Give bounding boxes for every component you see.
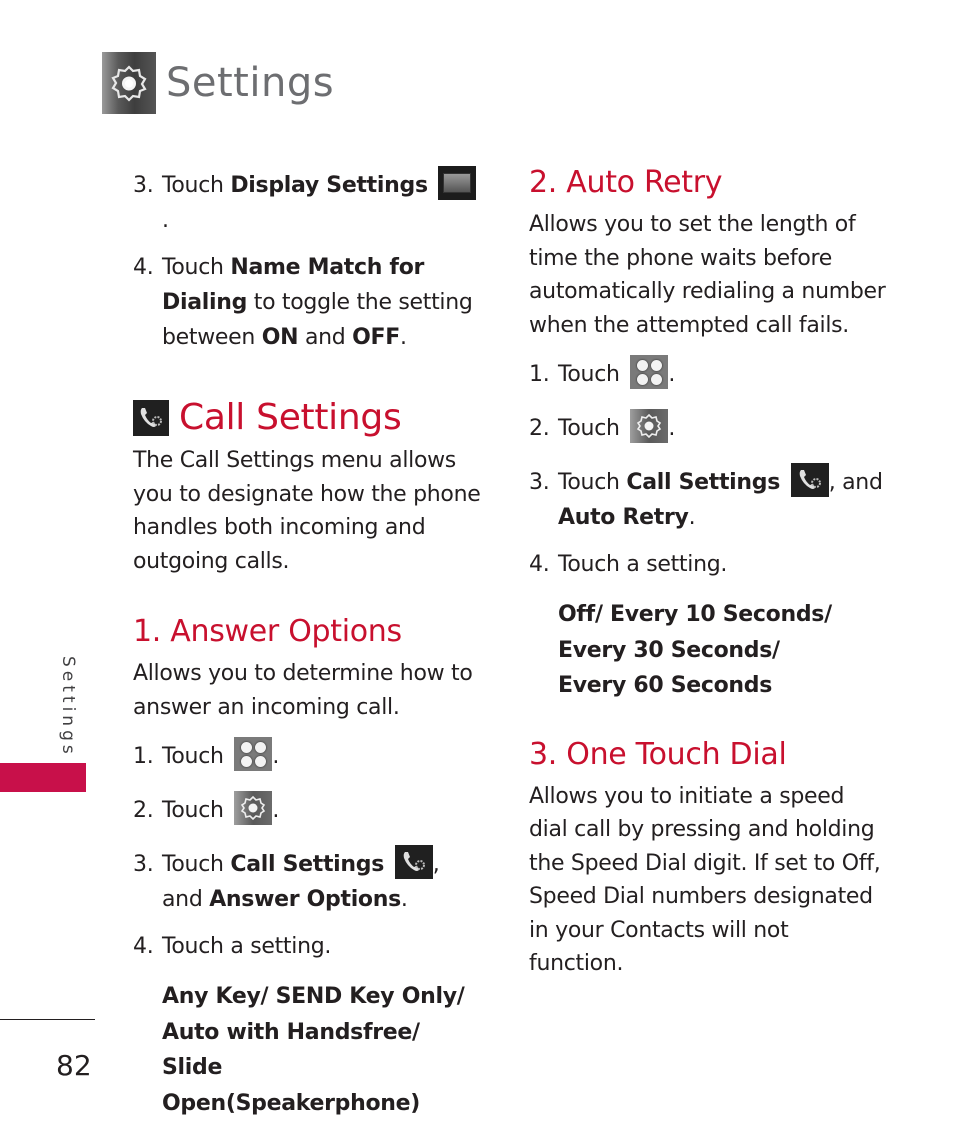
call-settings-heading: Call Settings	[133, 397, 483, 438]
step-text: Touch	[558, 470, 627, 495]
step-number: 2.	[133, 798, 154, 823]
one-touch-dial-description: Allows you to initiate a speed dial call…	[529, 783, 881, 977]
call-settings-icon	[394, 845, 433, 879]
answer-options-heading: 1. Answer Options	[133, 614, 402, 649]
call-settings-icon	[790, 463, 829, 497]
option-line: Every 60 Seconds	[558, 673, 773, 698]
punct: .	[668, 362, 676, 387]
step-text: Touch	[162, 173, 231, 198]
left-column: 3. Touch Display Settings . 4. Touch Nam…	[133, 166, 483, 1121]
step-number: 3.	[529, 470, 550, 495]
settings-gear-icon	[234, 791, 273, 825]
settings-gear-icon	[630, 409, 669, 443]
call-settings-title: Call Settings	[179, 397, 402, 438]
right-column: 2. Auto Retry Allows you to set the leng…	[529, 165, 889, 981]
step-text: , and	[828, 470, 883, 495]
step-number: 4.	[529, 552, 550, 577]
auto-retry-label: Auto Retry	[558, 505, 689, 530]
option-line: Off/ Every 10 Seconds/	[558, 602, 832, 627]
page-title: Settings	[166, 60, 335, 106]
auto-retry-heading: 2. Auto Retry	[529, 165, 723, 200]
answer-options-list: Any Key/ SEND Key Only/ Auto with Handsf…	[162, 984, 465, 1116]
punct: .	[162, 208, 169, 233]
step-text: Touch a setting.	[162, 934, 332, 959]
step-text: Touch	[162, 744, 224, 769]
punct: .	[668, 416, 676, 441]
settings-gear-icon	[102, 52, 156, 114]
punct: .	[272, 798, 280, 823]
punct: .	[272, 744, 280, 769]
step-text: Touch	[558, 362, 620, 387]
option-line: Every 30 Seconds/	[558, 637, 780, 663]
retry-step-1: 1. Touch .	[529, 355, 889, 392]
punct: .	[400, 325, 407, 350]
step-text: Touch	[558, 416, 620, 441]
step-name-match: 4. Touch Name Match for Dialing to toggl…	[133, 250, 483, 355]
step-text: and	[298, 325, 353, 350]
answer-options-description: Allows you to determine how to answer an…	[133, 661, 473, 720]
step-number: 3.	[133, 852, 154, 877]
call-settings-label: Call Settings	[626, 470, 781, 495]
display-settings-label: Display Settings	[230, 173, 428, 198]
step-text: Touch a setting.	[558, 552, 728, 577]
one-touch-dial-heading: 3. One Touch Dial	[529, 736, 787, 772]
step-text: Touch	[162, 255, 231, 280]
on-label: ON	[261, 325, 299, 350]
punct: .	[688, 505, 696, 530]
menu-grid-icon	[234, 737, 273, 771]
auto-retry-options-list: Off/ Every 10 Seconds/ Every 30 Seconds/…	[529, 597, 889, 704]
step-number: 1.	[529, 362, 550, 387]
call-settings-label: Call Settings	[230, 852, 385, 877]
display-settings-icon	[438, 166, 477, 200]
answer-step-1: 1. Touch .	[133, 737, 483, 774]
side-tab-label: Settings	[58, 656, 78, 758]
footer-divider	[0, 1019, 95, 1020]
menu-grid-icon	[630, 355, 669, 389]
answer-step-3: 3. Touch Call Settings , and Answer Opti…	[133, 845, 483, 917]
step-number: 4.	[133, 255, 154, 280]
page-header: Settings	[102, 52, 334, 114]
retry-step-2: 2. Touch .	[529, 409, 889, 446]
retry-step-4: 4. Touch a setting.	[529, 547, 889, 582]
step-text: Touch	[162, 852, 231, 877]
answer-step-2: 2. Touch .	[133, 791, 483, 828]
step-display-settings: 3. Touch Display Settings .	[133, 166, 483, 238]
auto-retry-description: Allows you to set the length of time the…	[529, 212, 886, 338]
call-settings-icon	[133, 399, 169, 436]
answer-step-4: 4. Touch a setting.	[133, 929, 483, 964]
step-text: Touch	[162, 798, 224, 823]
step-number: 2.	[529, 416, 550, 441]
retry-step-3: 3. Touch Call Settings , and Auto Retry.	[529, 463, 889, 535]
punct: .	[400, 887, 408, 912]
answer-options-label: Answer Options	[209, 887, 401, 912]
off-label: OFF	[352, 325, 400, 350]
step-number: 4.	[133, 934, 154, 959]
call-settings-intro: The Call Settings menu allows you to des…	[133, 448, 481, 574]
step-number: 1.	[133, 744, 154, 769]
step-number: 3.	[133, 173, 154, 198]
page-number: 82	[56, 1049, 92, 1082]
side-tab-marker	[0, 763, 86, 792]
